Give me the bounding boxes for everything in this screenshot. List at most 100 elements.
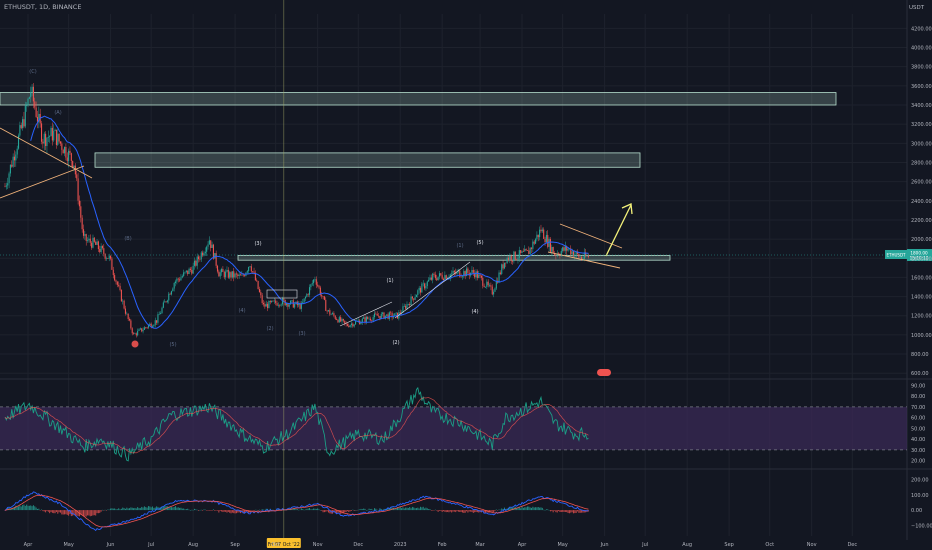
candle-body <box>257 281 259 290</box>
macd-histogram-bar <box>261 509 263 511</box>
candle-body <box>246 271 248 273</box>
macd-histogram-bar <box>533 507 535 511</box>
macd-histogram-bar <box>537 507 539 511</box>
candle-body <box>216 265 219 272</box>
macd-histogram-bar <box>303 509 305 511</box>
candle-body <box>461 276 464 277</box>
rsi-tick-label: 80.00 <box>911 394 925 400</box>
macd-histogram-bar <box>96 510 98 514</box>
wave-label: (4) <box>238 308 245 314</box>
candle-body <box>16 148 18 155</box>
macd-histogram-bar <box>314 508 316 511</box>
candle-body <box>373 313 376 318</box>
candle-body <box>139 328 141 330</box>
price-tick-label: 800.00 <box>911 352 929 358</box>
macd-histogram-bar <box>428 509 430 511</box>
macd-histogram-bar <box>39 510 41 511</box>
candle-body <box>572 251 575 257</box>
macd-histogram-bar <box>153 507 155 511</box>
macd-histogram-bar <box>304 509 306 511</box>
candle-body <box>537 234 539 238</box>
candle-body <box>31 86 33 93</box>
macd-histogram-bar <box>147 506 149 511</box>
candle-body <box>303 298 305 302</box>
macd-histogram-bar <box>91 510 93 516</box>
candle-body <box>250 266 252 272</box>
macd-histogram-bar <box>581 510 583 513</box>
macd-histogram-bar <box>425 507 427 511</box>
macd-histogram-bar <box>129 508 131 511</box>
candle-body <box>97 241 99 250</box>
price-tick-label: 3800.00 <box>911 65 932 71</box>
time-tick-label: Apr <box>518 542 528 548</box>
macd-histogram-bar <box>212 509 214 511</box>
candle-body <box>43 133 45 144</box>
wave-label: (5) <box>476 240 483 246</box>
macd-histogram-bar <box>184 509 186 511</box>
candle-body <box>563 247 565 251</box>
macd-histogram-bar <box>544 509 546 511</box>
candle-body <box>87 240 89 241</box>
candle-body <box>164 301 166 303</box>
trading-chart[interactable]: Fri 07 Oct '22(1)(2)(3)(4)(5)(1)(2)(3)(4… <box>0 0 932 550</box>
candle-body <box>234 273 236 278</box>
candle-body <box>425 286 427 289</box>
macd-histogram-bar <box>61 510 63 515</box>
symbol-title[interactable]: ETHUSDT, 1D, BINANCE <box>4 3 81 11</box>
macd-histogram-bar <box>225 510 227 512</box>
macd-histogram-bar <box>107 509 109 511</box>
macd-histogram-bar <box>85 510 87 517</box>
earnings-marker[interactable] <box>597 369 611 376</box>
candle-body <box>30 92 32 98</box>
candle-body <box>237 274 239 277</box>
macd-histogram-bar <box>51 510 53 513</box>
macd-histogram-bar <box>45 510 47 513</box>
macd-histogram-bar <box>552 510 554 513</box>
price-tick-label: 1200.00 <box>911 314 932 320</box>
macd-histogram-bar <box>475 510 477 513</box>
candle-body <box>66 157 68 162</box>
candle-body <box>58 133 60 142</box>
macd-histogram-bar <box>323 510 325 513</box>
candle-body <box>96 241 98 245</box>
candle-body <box>341 319 343 322</box>
macd-histogram-bar <box>460 510 462 512</box>
macd-histogram-bar <box>368 508 370 511</box>
candle-body <box>119 285 121 290</box>
macd-histogram-bar <box>206 510 208 511</box>
macd-histogram-bar <box>456 510 458 512</box>
candle-body <box>562 247 564 252</box>
event-marker[interactable] <box>131 340 139 348</box>
macd-histogram-bar <box>32 505 34 511</box>
candle-body <box>367 316 369 319</box>
macd-histogram-bar <box>440 510 442 511</box>
wave-label: (4) <box>471 309 478 315</box>
candle-body <box>361 318 363 323</box>
candle-body <box>252 271 254 272</box>
macd-histogram-bar <box>210 510 212 511</box>
macd-histogram-bar <box>470 510 472 512</box>
candle-body <box>411 296 413 299</box>
rsi-tick-label: 40.00 <box>911 437 925 443</box>
candle-body <box>50 127 52 137</box>
candle-body <box>368 318 370 320</box>
candle-body <box>275 300 277 304</box>
candle-body <box>486 281 488 287</box>
candle-body <box>265 303 267 307</box>
candle-body <box>177 278 179 280</box>
macd-histogram-bar <box>211 510 213 511</box>
candle-body <box>482 277 484 286</box>
price-tick-label: 3200.00 <box>911 122 932 128</box>
candle-body <box>520 250 522 253</box>
candle-body <box>225 271 227 278</box>
macd-histogram-bar <box>540 507 542 511</box>
candle-body <box>409 304 411 306</box>
candle-body <box>371 320 373 321</box>
candle-body <box>191 269 193 274</box>
price-tick-label: 3600.00 <box>911 84 932 90</box>
candle-body <box>452 270 454 274</box>
macd-histogram-bar <box>72 510 74 516</box>
macd-histogram-bar <box>375 508 377 511</box>
macd-histogram-bar <box>558 510 560 512</box>
candle-body <box>122 300 124 302</box>
